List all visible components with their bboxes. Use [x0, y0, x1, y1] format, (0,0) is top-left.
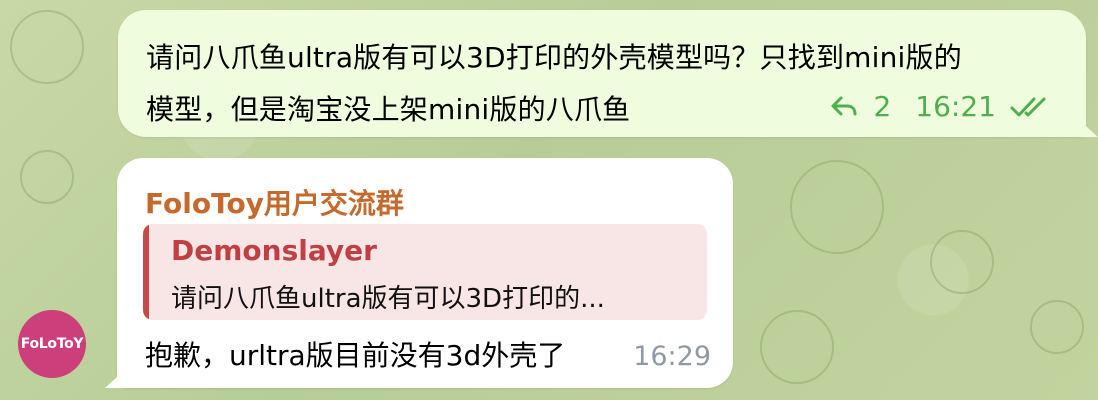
avatar-logo-text: FoLoToY: [20, 336, 84, 352]
doodle: [790, 160, 884, 254]
message-meta: 2 16:21: [829, 90, 1054, 123]
doodle: [10, 10, 84, 84]
reply-arrow-icon[interactable]: [829, 94, 859, 120]
message-line: 请问八爪鱼ultra版有可以3D打印的外壳模型吗？只找到mini版的: [146, 41, 962, 74]
message-text: 抱歉，urltra版目前没有3d外壳了: [145, 339, 566, 372]
incoming-message[interactable]: FoloToy用户交流群 Demonslayer 请问八爪鱼ultra版有可以3…: [105, 158, 733, 388]
message-time: 16:29: [633, 341, 711, 372]
doodle: [760, 310, 834, 384]
reply-quote[interactable]: Demonslayer 请问八爪鱼ultra版有可以3D打印的...: [143, 224, 707, 320]
reply-author: Demonslayer: [171, 234, 377, 267]
doodle: [930, 230, 994, 294]
outgoing-message[interactable]: 请问八爪鱼ultra版有可以3D打印的外壳模型吗？只找到mini版的 模型，但是…: [118, 10, 1098, 137]
avatar[interactable]: FoLoToY: [18, 310, 86, 378]
reply-count[interactable]: 2: [873, 90, 891, 123]
reply-accent-bar: [143, 224, 149, 320]
doodle: [20, 150, 74, 204]
reply-text: 请问八爪鱼ultra版有可以3D打印的...: [171, 284, 605, 314]
doodle: [1030, 300, 1084, 354]
sender-name[interactable]: FoloToy用户交流群: [145, 182, 404, 222]
double-check-icon: [1010, 95, 1054, 119]
message-time: 16:21: [915, 90, 996, 123]
